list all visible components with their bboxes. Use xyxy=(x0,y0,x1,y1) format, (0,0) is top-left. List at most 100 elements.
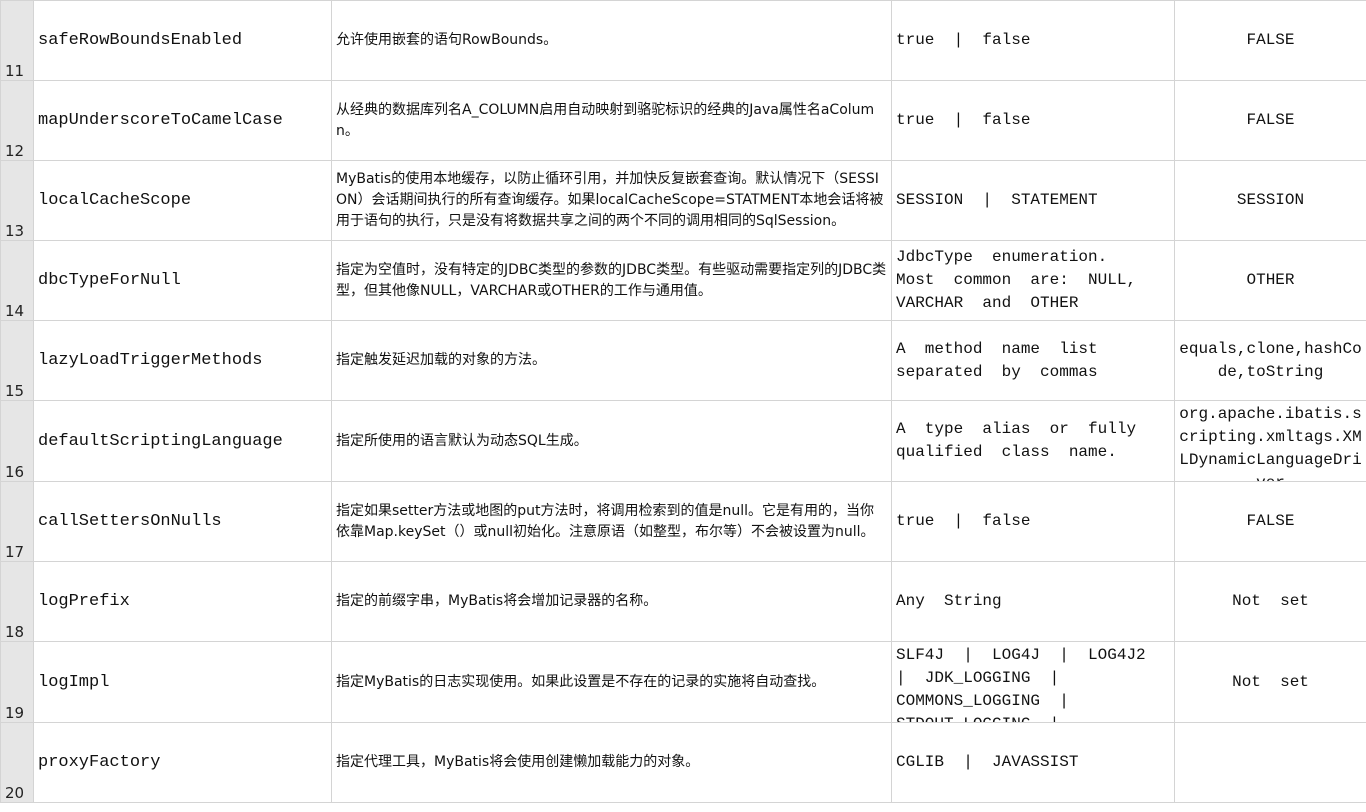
cell-valid-values[interactable]: SLF4J | LOG4J | LOG4J2 | JDK_LOGGING | C… xyxy=(891,641,1175,723)
cell-setting-name[interactable]: lazyLoadTriggerMethods xyxy=(33,320,332,401)
cell-valid-values[interactable]: SESSION | STATEMENT xyxy=(891,160,1175,241)
cell-valid-values[interactable]: JdbcType enumeration. Most common are: N… xyxy=(891,240,1175,321)
spreadsheet-grid: 11 safeRowBoundsEnabled 允许使用嵌套的语句RowBoun… xyxy=(0,0,1366,812)
cell-setting-name[interactable]: safeRowBoundsEnabled xyxy=(33,0,332,81)
default-value-text: FALSE xyxy=(1246,31,1295,49)
cell-default-value[interactable]: FALSE xyxy=(1174,0,1366,81)
setting-name: proxyFactory xyxy=(38,753,161,772)
cell-default-value[interactable] xyxy=(1174,722,1366,803)
cell-setting-name[interactable]: logPrefix xyxy=(33,561,332,642)
table-row: 20 proxyFactory 指定代理工具，MyBatis将会使用创建懒加载能… xyxy=(0,722,1366,803)
row-number: 12 xyxy=(5,142,25,160)
table-row: 14 dbcTypeForNull 指定为空值时，没有特定的JDBC类型的参数的… xyxy=(0,240,1366,321)
row-number: 18 xyxy=(5,623,25,641)
cell-valid-values[interactable]: true | false xyxy=(891,80,1175,161)
cell-setting-name[interactable]: logImpl xyxy=(33,641,332,723)
row-number: 14 xyxy=(5,302,25,320)
description-text: 允许使用嵌套的语句RowBounds。 xyxy=(336,32,558,48)
cell-valid-values[interactable]: A method name list separated by commas xyxy=(891,320,1175,401)
cell-setting-name[interactable]: callSettersOnNulls xyxy=(33,481,332,562)
row-number: 17 xyxy=(5,543,25,561)
valid-values-text: true | false xyxy=(896,31,1031,49)
cell-description[interactable]: 指定如果setter方法或地图的put方法时，将调用检索到的值是null。它是有… xyxy=(331,481,892,562)
valid-values-text: true | false xyxy=(896,111,1031,129)
cell-setting-name[interactable]: dbcTypeForNull xyxy=(33,240,332,321)
cell-description[interactable]: 从经典的数据库列名A_COLUMN启用自动映射到骆驼标识的经典的Java属性名a… xyxy=(331,80,892,161)
description-text: 指定的前缀字串，MyBatis将会增加记录器的名称。 xyxy=(336,593,658,609)
cell-default-value[interactable]: OTHER xyxy=(1174,240,1366,321)
cell-default-value[interactable]: FALSE xyxy=(1174,481,1366,562)
cell-setting-name[interactable]: proxyFactory xyxy=(33,722,332,803)
description-text: 从经典的数据库列名A_COLUMN启用自动映射到骆驼标识的经典的Java属性名a… xyxy=(336,101,875,139)
setting-name: logImpl xyxy=(38,672,110,692)
description-text: 指定代理工具，MyBatis将会使用创建懒加载能力的对象。 xyxy=(336,754,700,770)
cell-setting-name[interactable]: mapUnderscoreToCamelCase xyxy=(33,80,332,161)
default-value-text: equals,clone,hashCode,toString xyxy=(1179,339,1362,381)
default-value-text: SESSION xyxy=(1236,191,1305,209)
row-number: 13 xyxy=(5,222,25,240)
cell-setting-name[interactable]: defaultScriptingLanguage xyxy=(33,400,332,482)
description-text: 指定所使用的语言默认为动态SQL生成。 xyxy=(336,432,588,449)
table-row: 16 defaultScriptingLanguage 指定所使用的语言默认为动… xyxy=(0,400,1366,482)
description-text: 指定为空值时，没有特定的JDBC类型的参数的JDBC类型。有些驱动需要指定列的J… xyxy=(336,261,887,299)
row-number-header[interactable]: 13 xyxy=(0,160,34,241)
row-number-header[interactable]: 12 xyxy=(0,80,34,161)
table-row: 12 mapUnderscoreToCamelCase 从经典的数据库列名A_C… xyxy=(0,80,1366,161)
cell-description[interactable]: 指定所使用的语言默认为动态SQL生成。 xyxy=(331,400,892,482)
cell-valid-values[interactable]: true | false xyxy=(891,0,1175,81)
row-number: 15 xyxy=(5,382,25,400)
valid-values-text: JdbcType enumeration. Most common are: N… xyxy=(896,248,1137,312)
cell-valid-values[interactable]: CGLIB | JAVASSIST xyxy=(891,722,1175,803)
row-number: 20 xyxy=(5,784,25,802)
description-text: MyBatis的使用本地缓存，以防止循环引用，并加快反复嵌套查询。默认情况下（S… xyxy=(336,171,884,229)
cell-default-value[interactable]: equals,clone,hashCode,toString xyxy=(1174,320,1366,401)
row-number-header[interactable]: 14 xyxy=(0,240,34,321)
cell-valid-values[interactable]: A type alias or fully qualified class na… xyxy=(891,400,1175,482)
cell-description[interactable]: 指定为空值时，没有特定的JDBC类型的参数的JDBC类型。有些驱动需要指定列的J… xyxy=(331,240,892,321)
cell-description[interactable]: 指定MyBatis的日志实现使用。如果此设置是不存在的记录的实施将自动查找。 xyxy=(331,641,892,723)
cell-setting-name[interactable]: localCacheScope xyxy=(33,160,332,241)
row-number-header[interactable]: 18 xyxy=(0,561,34,642)
cell-default-value[interactable]: FALSE xyxy=(1174,80,1366,161)
row-number-header[interactable]: 11 xyxy=(0,0,34,81)
default-value-text: Not set xyxy=(1232,592,1309,610)
row-number-header[interactable]: 17 xyxy=(0,481,34,562)
cell-description[interactable]: 指定代理工具，MyBatis将会使用创建懒加载能力的对象。 xyxy=(331,722,892,803)
valid-values-text: Any String xyxy=(896,592,1002,610)
table-row: 17 callSettersOnNulls 指定如果setter方法或地图的pu… xyxy=(0,481,1366,562)
description-text: 指定MyBatis的日志实现使用。如果此设置是不存在的记录的实施将自动查找。 xyxy=(336,673,826,690)
cell-default-value[interactable]: Not set xyxy=(1174,641,1366,723)
description-text: 指定触发延迟加载的对象的方法。 xyxy=(336,352,546,368)
setting-name: dbcTypeForNull xyxy=(38,271,181,290)
cell-default-value[interactable]: org.apache.ibatis.scripting.xmltags.XMLD… xyxy=(1174,400,1366,482)
row-number-header[interactable]: 20 xyxy=(0,722,34,803)
cell-default-value[interactable]: SESSION xyxy=(1174,160,1366,241)
cell-valid-values[interactable]: true | false xyxy=(891,481,1175,562)
cell-description[interactable]: 指定触发延迟加载的对象的方法。 xyxy=(331,320,892,401)
row-number: 11 xyxy=(5,62,25,80)
setting-name: callSettersOnNulls xyxy=(38,512,222,531)
cell-description[interactable]: MyBatis的使用本地缓存，以防止循环引用，并加快反复嵌套查询。默认情况下（S… xyxy=(331,160,892,241)
valid-values-text: true | false xyxy=(896,512,1031,530)
row-number-header[interactable]: 16 xyxy=(0,400,34,482)
settings-table: 11 safeRowBoundsEnabled 允许使用嵌套的语句RowBoun… xyxy=(0,0,1366,803)
setting-name: defaultScriptingLanguage xyxy=(38,431,283,451)
default-value-text: org.apache.ibatis.scripting.xmltags.XMLD… xyxy=(1179,405,1362,481)
row-number: 19 xyxy=(5,704,25,722)
valid-values-text: A method name list separated by commas xyxy=(896,339,1098,381)
cell-description[interactable]: 指定的前缀字串，MyBatis将会增加记录器的名称。 xyxy=(331,561,892,642)
default-value-text: FALSE xyxy=(1246,512,1295,530)
setting-name: logPrefix xyxy=(38,592,130,611)
setting-name: lazyLoadTriggerMethods xyxy=(38,351,263,370)
table-row: 19 logImpl 指定MyBatis的日志实现使用。如果此设置是不存在的记录… xyxy=(0,641,1366,723)
row-number-header[interactable]: 19 xyxy=(0,641,34,723)
valid-values-text: A type alias or fully qualified class na… xyxy=(896,420,1137,461)
cell-valid-values[interactable]: Any String xyxy=(891,561,1175,642)
cell-default-value[interactable]: Not set xyxy=(1174,561,1366,642)
default-value-text: FALSE xyxy=(1246,111,1295,129)
row-number: 16 xyxy=(5,463,25,481)
valid-values-text: SESSION | STATEMENT xyxy=(896,191,1098,209)
cell-description[interactable]: 允许使用嵌套的语句RowBounds。 xyxy=(331,0,892,81)
row-number-header[interactable]: 15 xyxy=(0,320,34,401)
table-row: 11 safeRowBoundsEnabled 允许使用嵌套的语句RowBoun… xyxy=(0,0,1366,81)
